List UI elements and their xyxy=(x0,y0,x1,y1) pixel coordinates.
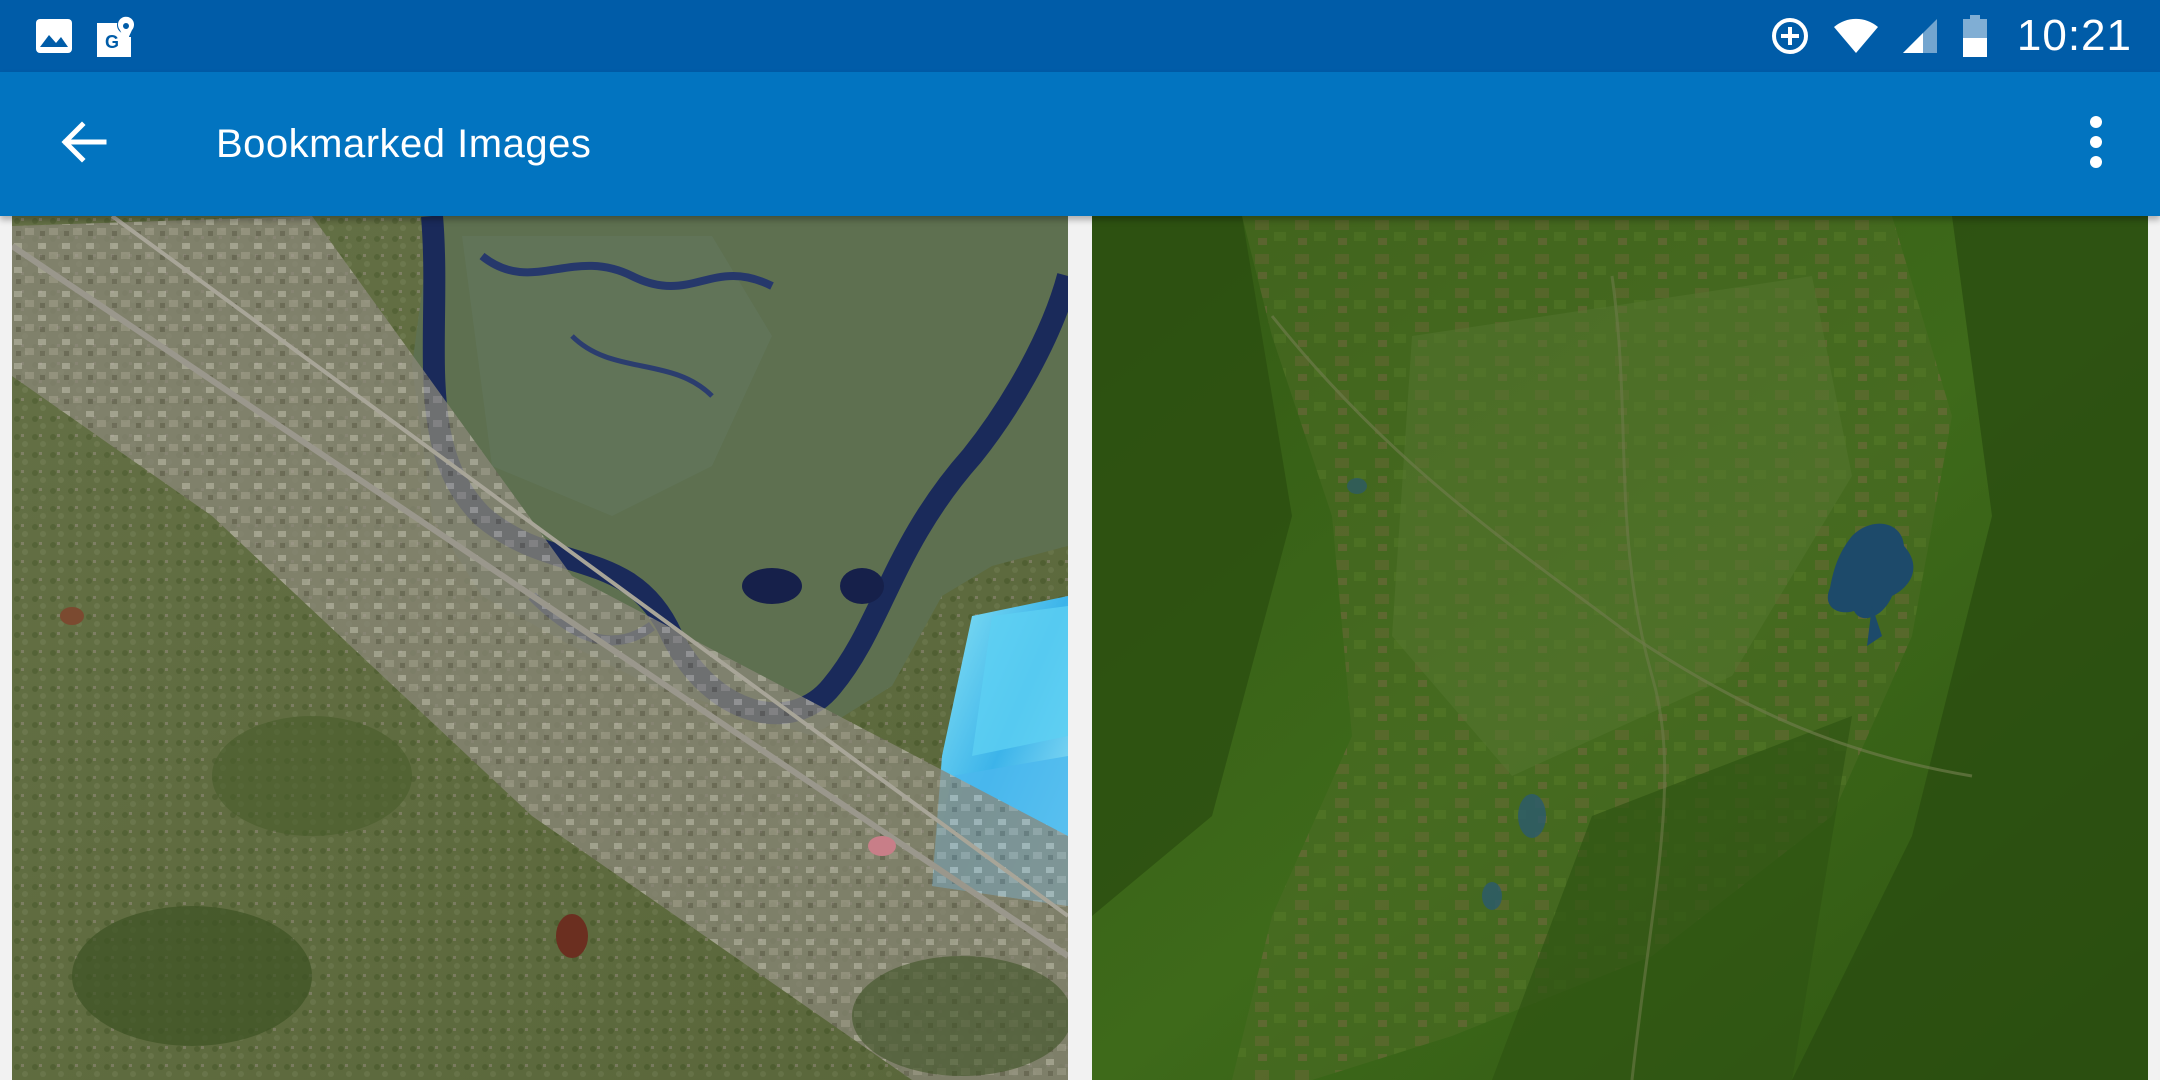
bookmarked-image-tile[interactable] xyxy=(12,216,1068,1080)
page-title: Bookmarked Images xyxy=(216,122,592,166)
more-vert-icon xyxy=(2088,115,2104,173)
back-button[interactable] xyxy=(40,100,128,188)
app-bar: Bookmarked Images xyxy=(0,72,2160,216)
bookmarked-image-tile[interactable] xyxy=(1092,216,2148,1080)
bookmarked-images-grid xyxy=(0,216,2160,1080)
more-options-button[interactable] xyxy=(2066,108,2126,180)
svg-text:G: G xyxy=(105,32,119,52)
system-status-icons: 10:21 xyxy=(1769,10,2132,62)
battery-icon xyxy=(1961,14,1989,58)
image-icon xyxy=(34,16,74,56)
satellite-image-forest-lake-icon xyxy=(1092,216,2148,1080)
cell-signal-icon xyxy=(1901,17,1939,55)
arrow-back-icon xyxy=(58,116,110,173)
notification-icons: G xyxy=(34,14,136,58)
satellite-image-bay-area-icon xyxy=(12,216,1068,1080)
data-saver-icon xyxy=(1769,15,1811,57)
status-time: 10:21 xyxy=(2016,11,2132,60)
google-maps-icon: G xyxy=(96,15,136,57)
wifi-icon xyxy=(1833,17,1879,55)
status-bar: G 10:21 xyxy=(0,0,2160,72)
